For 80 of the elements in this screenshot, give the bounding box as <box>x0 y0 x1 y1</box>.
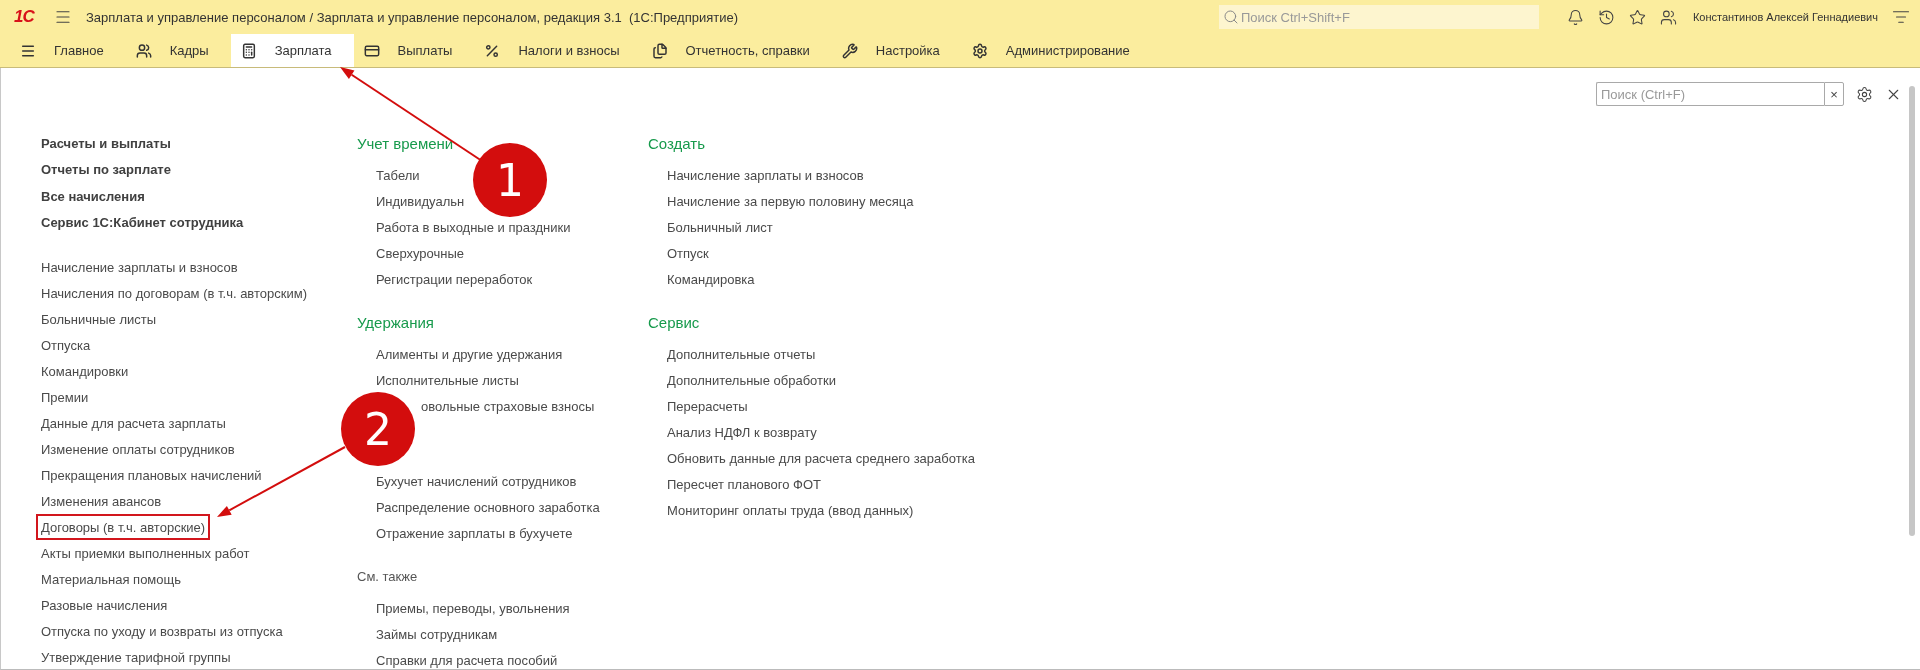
menu-link[interactable]: Справки для расчета пособий <box>376 647 558 670</box>
group-heading: Создать <box>648 133 705 154</box>
section-tab[interactable]: Главное <box>10 34 126 67</box>
menu-link[interactable]: Перерасчеты <box>667 393 748 419</box>
menu-link[interactable]: Премии <box>41 384 89 410</box>
menu-link[interactable]: Анализ НДФЛ к возврату <box>667 419 817 445</box>
menu-link[interactable]: Командировка <box>667 266 755 292</box>
tab-icon <box>841 42 858 59</box>
group-heading: Сервис <box>648 312 700 333</box>
menu-link[interactable]: Сверхурочные <box>376 240 465 266</box>
menu-link[interactable]: Разовые начисления <box>41 592 168 618</box>
group-heading: См. также <box>357 567 418 586</box>
menu-link[interactable]: Бухучет начислений сотрудников <box>376 468 577 494</box>
callout-number: 1 <box>473 143 547 217</box>
menu-link[interactable]: Сервис 1С:Кабинет сотрудника <box>41 209 244 236</box>
menu-link[interactable]: Исполнительные листы <box>376 367 519 393</box>
menu-link[interactable]: Мониторинг оплаты труда (ввод данных) <box>667 497 914 523</box>
menu-link[interactable]: Табели <box>376 162 420 188</box>
section-tab[interactable]: Настройка <box>831 34 962 67</box>
section-tab[interactable]: Администрирование <box>961 34 1152 67</box>
menu-link[interactable]: Больничные листы <box>41 306 157 332</box>
menu-link[interactable]: Данные для расчета зарплаты <box>41 410 226 436</box>
window-title: Зарплата и управление персоналом / Зарплата и управление персоналом, редакция 3.1 (1С:Предприятие) <box>86 9 739 25</box>
tab-icon <box>971 42 988 59</box>
menu-link[interactable]: Дополнительные обработки <box>667 367 836 393</box>
menu-link[interactable]: Расчеты и выплаты <box>41 130 171 157</box>
user-name[interactable]: Константинов Алексей Геннадиевич <box>1692 11 1878 23</box>
menu-icon[interactable] <box>54 8 72 26</box>
app-logo[interactable]: 1С <box>14 7 40 27</box>
clear-button[interactable]: × <box>1824 82 1844 106</box>
history-icon[interactable] <box>1597 8 1615 26</box>
menu-link[interactable]: Изменение оплаты сотрудников <box>41 436 235 462</box>
menu-link[interactable]: Материальная помощь <box>41 566 181 592</box>
tab-icon <box>484 42 501 59</box>
menu-link[interactable]: Отпуска по уходу и возвраты из отпуска <box>41 618 283 644</box>
callout-number: 2 <box>341 392 415 466</box>
menu-link[interactable]: Пересчет планового ФОТ <box>667 471 821 497</box>
section-tab[interactable]: Зарплата <box>230 34 354 67</box>
menu-link[interactable]: Изменения авансов <box>41 488 162 514</box>
menu-link[interactable]: Прекращения плановых начислений <box>41 462 262 488</box>
tab-icon <box>651 42 668 59</box>
menu-link[interactable]: Больничный лист <box>667 214 773 240</box>
menu-link[interactable]: Все начисления <box>41 183 145 210</box>
menu-link[interactable]: Займы сотрудникам <box>376 621 498 647</box>
menu-link[interactable]: Отпуск <box>667 240 709 266</box>
users-icon[interactable] <box>1659 8 1677 26</box>
section-tab[interactable]: Отчетность, справки <box>641 34 832 67</box>
tab-icon <box>135 42 152 59</box>
search-icon[interactable] <box>1222 9 1239 25</box>
menu-link[interactable]: Отпуска <box>41 332 91 358</box>
menu-link[interactable]: Приемы, переводы, увольнения <box>376 595 570 621</box>
menu-link[interactable]: Обновить данные для расчета среднего заработка <box>667 445 975 471</box>
bell-icon[interactable] <box>1566 8 1584 26</box>
group-heading: Учет времени <box>357 133 454 154</box>
menu-link[interactable]: Регистрации переработок <box>376 266 533 292</box>
menu-link[interactable]: Отчеты по зарплате <box>41 156 171 183</box>
menu-link[interactable]: Начисление за первую половину месяца <box>667 188 914 214</box>
menu-link[interactable]: Распределение основного заработка <box>376 494 600 520</box>
menu-link[interactable]: Отражение зарплаты в бухучете <box>376 520 573 546</box>
search-field[interactable]: Поиск (Ctrl+F) <box>1596 82 1824 106</box>
search-field[interactable]: Поиск Ctrl+Shift+F <box>1218 5 1539 29</box>
menu-link[interactable]: Начисления по договорам (в т.ч. авторским) <box>41 280 307 306</box>
section-tab[interactable]: Кадры <box>125 34 231 67</box>
menu-link[interactable]: Индивидуальн <box>376 188 465 214</box>
section-tab[interactable]: Налоги и взносы <box>474 34 642 67</box>
menu-link[interactable]: Утверждение тарифной группы <box>41 644 231 670</box>
group-heading: Удержания <box>357 312 434 333</box>
menu-link[interactable]: Акты приемки выполненных работ <box>41 540 250 566</box>
menu-link[interactable]: Работа в выходные и праздники <box>376 214 571 240</box>
star-icon[interactable] <box>1628 8 1646 26</box>
filter-icon[interactable] <box>1892 8 1910 26</box>
menu-link[interactable]: Командировки <box>41 358 129 384</box>
menu-link[interactable]: Начисление зарплаты и взносов <box>667 162 864 188</box>
menu-link[interactable]: овольные страховые взносы <box>421 393 595 419</box>
menu-link[interactable]: Начисление зарплаты и взносов <box>41 254 238 280</box>
menu-link[interactable]: Договоры (в т.ч. авторские) <box>36 514 211 540</box>
tab-icon <box>240 42 257 59</box>
menu-link[interactable]: Дополнительные отчеты <box>667 341 816 367</box>
menu-link[interactable]: Алименты и другие удержания <box>376 341 563 367</box>
section-tab[interactable]: Выплаты <box>353 34 475 67</box>
